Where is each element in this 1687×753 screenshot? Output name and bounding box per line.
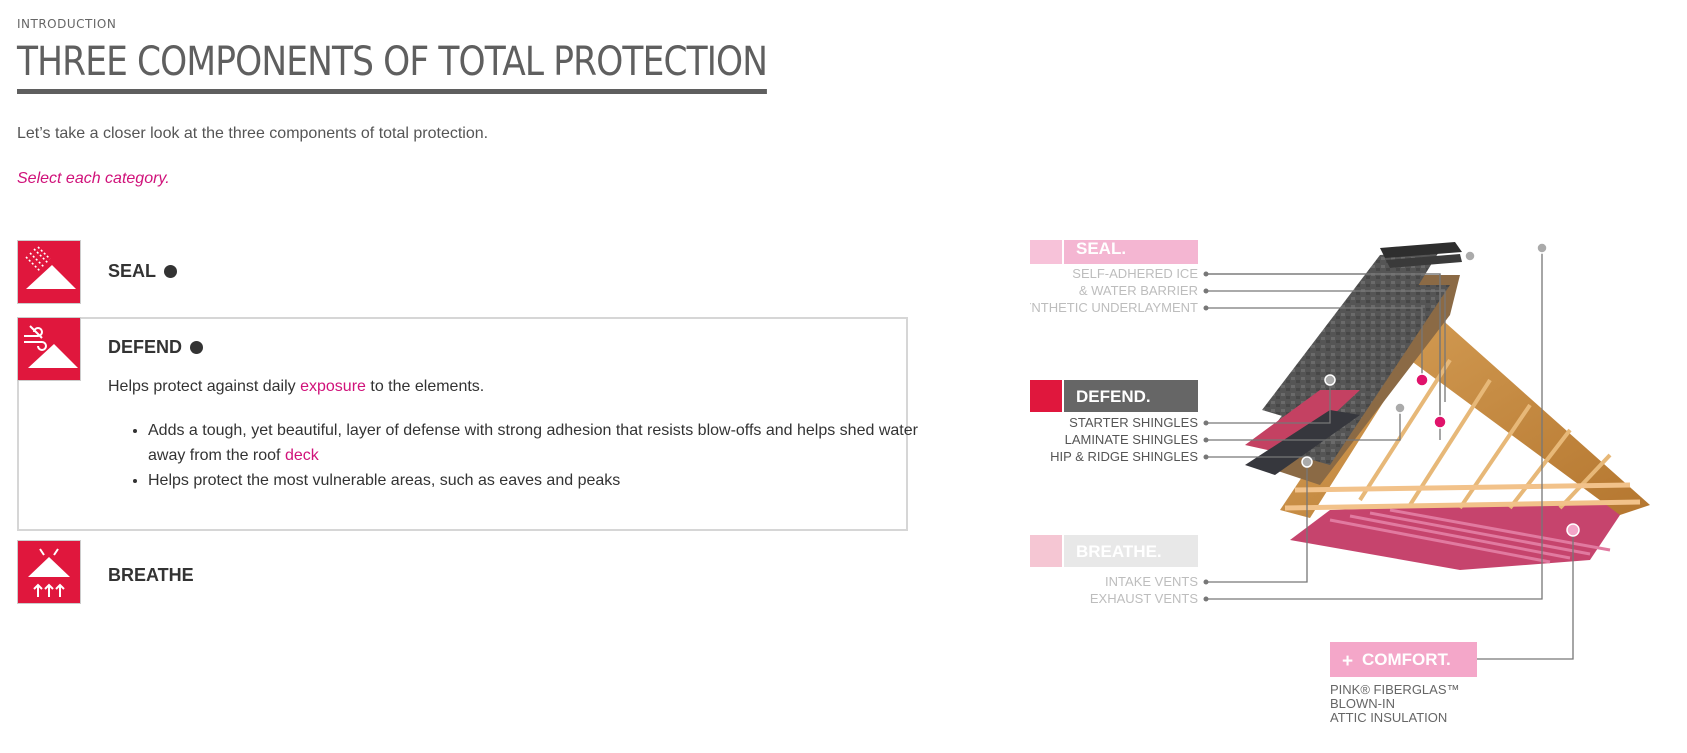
defend-description: Helps protect against daily exposure to … [108,378,485,395]
plus-icon: + [1342,651,1353,672]
page-title: THREE COMPONENTS OF TOTAL PROTECTION [17,38,768,94]
intro-text: Let’s take a closer look at the three co… [17,125,489,142]
check-icon [190,341,204,354]
breathe-label: BREATHE [108,565,194,585]
roof-diagram: SEAL. SELF-ADHERED ICE & WATER BARRIER S… [1030,240,1650,725]
svg-text:EXHAUST VENTS: EXHAUST VENTS [1090,591,1198,606]
svg-text:& WATER BARRIER: & WATER BARRIER [1079,283,1198,298]
defend-label: DEFEND [108,337,183,357]
defend-category-label[interactable]: DEFEND [108,337,204,358]
comfort-diagram-title: COMFORT. [1362,650,1451,669]
breathe-diagram-title: BREATHE. [1076,542,1162,561]
breathe-category-label[interactable]: BREATHE [108,565,194,586]
defend-icon [24,325,78,368]
seal-diagram-title: SEAL. [1076,240,1126,258]
svg-text:BLOWN-IN: BLOWN-IN [1330,696,1395,711]
check-icon [164,265,178,278]
seal-category-label[interactable]: SEAL [108,261,178,282]
defend-diagram-title: DEFEND. [1076,387,1151,406]
eyebrow: INTRODUCTION [17,17,117,31]
svg-text:ATTIC INSULATION: ATTIC INSULATION [1330,710,1447,725]
seal-category-icon[interactable] [17,240,81,304]
svg-text:STARTER SHINGLES: STARTER SHINGLES [1069,415,1198,430]
svg-text:INTAKE VENTS: INTAKE VENTS [1105,574,1198,589]
defend-bullet-list: Adds a tough, yet beautiful, layer of de… [125,418,918,493]
seal-diagram-icon [1030,240,1062,264]
instruction-text: Select each category. [17,170,170,187]
seal-icon [25,246,76,289]
svg-text:HIP & RIDGE SHINGLES: HIP & RIDGE SHINGLES [1050,449,1198,464]
exposure-link[interactable]: exposure [300,378,366,395]
deck-link[interactable]: deck [285,447,319,464]
breathe-icon [28,548,70,597]
defend-diagram-icon [1030,380,1062,412]
svg-text:SELF-ADHERED ICE: SELF-ADHERED ICE [1072,266,1198,281]
svg-text:PINK® FIBERGLAS™: PINK® FIBERGLAS™ [1330,682,1460,697]
list-item: Helps protect the most vulnerable areas,… [148,468,918,493]
breathe-category-icon[interactable] [17,540,81,604]
svg-text:SYNTHETIC UNDERLAYMENT: SYNTHETIC UNDERLAYMENT [1030,300,1198,315]
seal-label: SEAL [108,261,157,281]
breathe-diagram-icon [1030,535,1062,567]
defend-category-icon[interactable] [17,317,81,381]
list-item: Adds a tough, yet beautiful, layer of de… [148,418,918,468]
svg-text:LAMINATE SHINGLES: LAMINATE SHINGLES [1065,432,1199,447]
